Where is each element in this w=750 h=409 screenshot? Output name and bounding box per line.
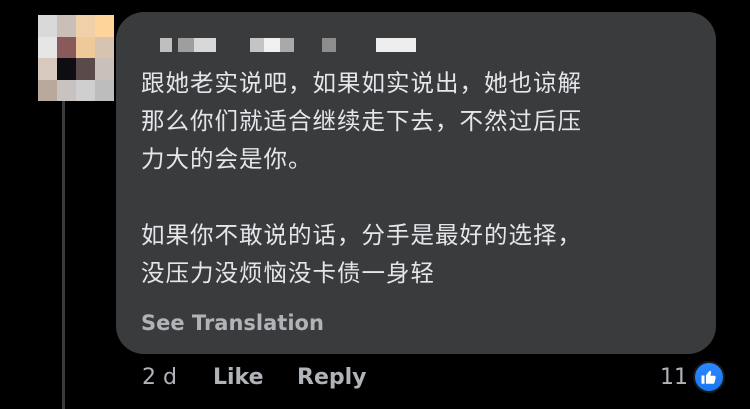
comment-timestamp[interactable]: 2 d xyxy=(142,365,177,390)
comment-text: 跟她老实说吧，如果如实说出，她也谅解 那么你们就适合继续走下去，不然过后压 力大… xyxy=(141,64,711,292)
reaction-count[interactable]: 11 xyxy=(660,365,688,390)
see-translation-link[interactable]: See Translation xyxy=(141,311,324,335)
avatar[interactable] xyxy=(38,15,114,101)
thumbs-up-icon[interactable] xyxy=(693,361,725,393)
author-name-redacted[interactable] xyxy=(160,38,416,52)
like-button[interactable]: Like xyxy=(213,365,264,390)
comment-line: 如果你不敢说的话，分手是最好的选择， xyxy=(141,221,582,249)
comment-line: 跟她老实说吧，如果如实说出，她也谅解 xyxy=(141,69,582,97)
thread-line xyxy=(62,100,65,409)
reply-button[interactable]: Reply xyxy=(297,365,367,390)
comment-line: 力大的会是你。 xyxy=(141,145,313,173)
comment-actions: 2 d Like Reply 11 xyxy=(0,365,750,395)
comment-line: 那么你们就适合继续走下去，不然过后压 xyxy=(141,107,582,135)
comment-line: 没压力没烦恼没卡债一身轻 xyxy=(141,259,435,287)
thumbs-up-glyph xyxy=(701,370,716,384)
